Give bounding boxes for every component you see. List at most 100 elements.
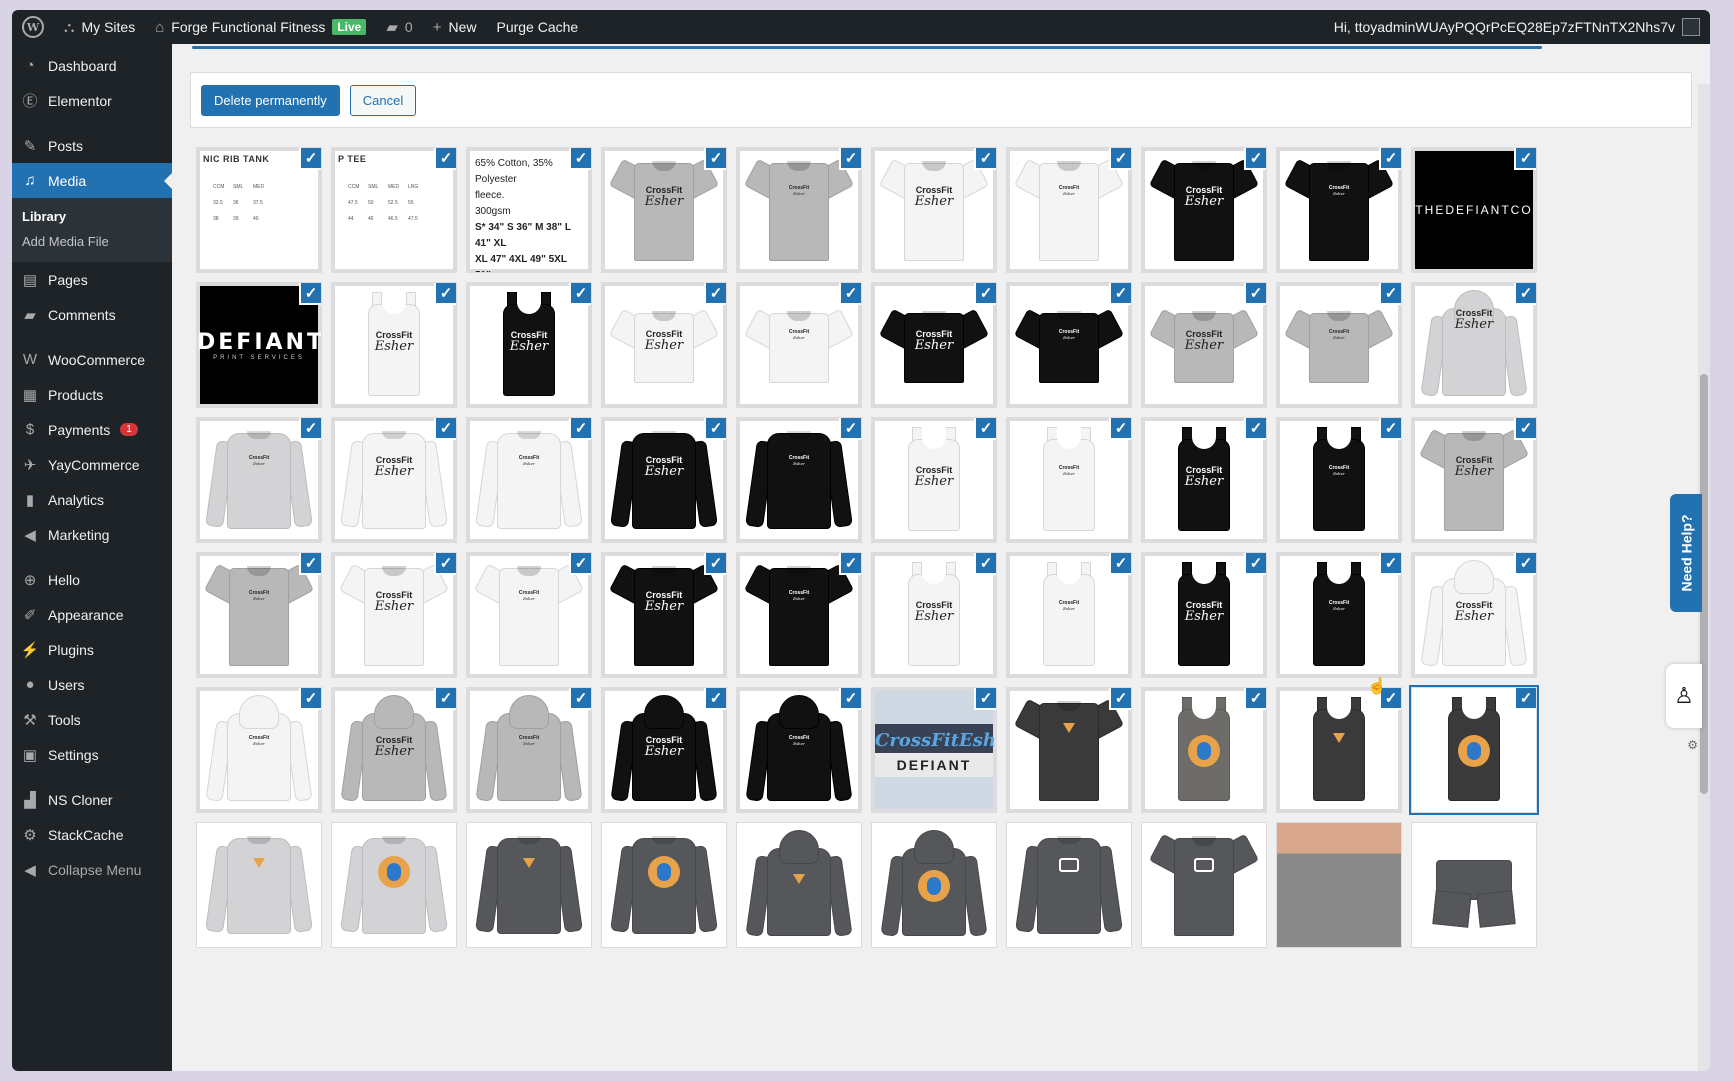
gear-icon[interactable]: ⚙: [1687, 738, 1698, 752]
cancel-button[interactable]: Cancel: [349, 84, 417, 116]
selected-check-icon[interactable]: ✓: [704, 148, 726, 170]
selected-check-icon[interactable]: ✓: [839, 283, 861, 305]
selected-check-icon[interactable]: ✓: [1109, 283, 1131, 305]
sidebar-item-hello[interactable]: ⊕ Hello: [12, 562, 172, 597]
media-item[interactable]: NIC RIB TANK CCM SML MED 32.5 36 37.5 38 39 40 ✓: [196, 147, 322, 273]
sidebar-item-tools[interactable]: ⚒ Tools: [12, 702, 172, 737]
sidebar-item-products[interactable]: ▦ Products: [12, 377, 172, 412]
submenu-library[interactable]: Library: [12, 204, 172, 229]
selected-check-icon[interactable]: ✓: [1244, 148, 1266, 170]
media-item[interactable]: [1006, 822, 1132, 948]
media-item[interactable]: ✓: [1411, 687, 1537, 813]
selected-check-icon[interactable]: ✓: [974, 553, 996, 575]
sidebar-item-ns-cloner[interactable]: ▟ NS Cloner: [12, 782, 172, 817]
sidebar-item-posts[interactable]: ✎ Posts: [12, 128, 172, 163]
new-content-menu[interactable]: + New: [423, 10, 487, 44]
media-item[interactable]: CrossFit Esher ✓: [871, 417, 997, 543]
sidebar-item-woocommerce[interactable]: W WooCommerce: [12, 342, 172, 377]
selected-check-icon[interactable]: ✓: [434, 688, 456, 710]
site-name-menu[interactable]: ⌂ Forge Functional Fitness Live: [145, 10, 376, 44]
media-item[interactable]: [466, 822, 592, 948]
selected-check-icon[interactable]: ✓: [1109, 148, 1131, 170]
media-item[interactable]: CrossFit Esher ✓: [1141, 282, 1267, 408]
media-item[interactable]: CrossFit Esher ✓: [1276, 282, 1402, 408]
media-item[interactable]: CrossFit Esher ✓: [331, 687, 457, 813]
selected-check-icon[interactable]: ✓: [1514, 418, 1536, 440]
media-item[interactable]: CrossFit Esher ✓: [331, 552, 457, 678]
media-item[interactable]: THEDEFIANTCO ✓: [1411, 147, 1537, 273]
selected-check-icon[interactable]: ✓: [1244, 283, 1266, 305]
purge-cache-button[interactable]: Purge Cache: [486, 10, 588, 44]
selected-check-icon[interactable]: ✓: [974, 688, 996, 710]
selected-check-icon[interactable]: ✓: [569, 148, 591, 170]
selected-check-icon[interactable]: ✓: [839, 553, 861, 575]
comments-menu[interactable]: ▰ 0: [376, 10, 422, 44]
sidebar-item-stackcache[interactable]: ⚙ StackCache: [12, 817, 172, 852]
selected-check-icon[interactable]: ✓: [434, 283, 456, 305]
sidebar-item-dashboard[interactable]: ◔ Dashboard: [12, 48, 172, 83]
selected-check-icon[interactable]: ✓: [704, 553, 726, 575]
selected-check-icon[interactable]: ✓: [704, 418, 726, 440]
selected-check-icon[interactable]: ✓: [974, 148, 996, 170]
media-item[interactable]: CrossFit Esher ✓: [1276, 552, 1402, 678]
media-item[interactable]: CrossFit Esher ✓: [736, 417, 862, 543]
media-item[interactable]: [601, 822, 727, 948]
selected-check-icon[interactable]: ✓: [1379, 148, 1401, 170]
media-item[interactable]: [1411, 822, 1537, 948]
media-item[interactable]: 65% Cotton, 35% Polyester fleece. 300gsm…: [466, 147, 592, 273]
selected-check-icon[interactable]: ✓: [1109, 688, 1131, 710]
media-item[interactable]: [1276, 822, 1402, 948]
media-item[interactable]: CrossFit Esher ✓: [466, 282, 592, 408]
selected-check-icon[interactable]: ✓: [299, 148, 321, 170]
selected-check-icon[interactable]: ✓: [1514, 283, 1536, 305]
selected-check-icon[interactable]: ✓: [974, 283, 996, 305]
selected-check-icon[interactable]: ✓: [434, 418, 456, 440]
media-item[interactable]: CrossFit Esher ✓: [601, 687, 727, 813]
media-item[interactable]: CrossFit Esher ✓: [466, 417, 592, 543]
selected-check-icon[interactable]: ✓: [839, 688, 861, 710]
media-item[interactable]: CrossFit Esher ✓: [1006, 417, 1132, 543]
media-item[interactable]: CrossFit Esher ✓: [871, 552, 997, 678]
media-item[interactable]: CrossFit Esher ✓: [1411, 552, 1537, 678]
media-item[interactable]: CrossFit Esher ✓: [196, 687, 322, 813]
media-item[interactable]: CrossFit Esher ✓: [1276, 147, 1402, 273]
media-item[interactable]: CrossFit Esher ✓: [1276, 417, 1402, 543]
media-item[interactable]: ✓: [1006, 687, 1132, 813]
media-item[interactable]: CrossFit Esher ✓: [1006, 552, 1132, 678]
media-item[interactable]: [196, 822, 322, 948]
media-item[interactable]: ✓: [1141, 687, 1267, 813]
selected-check-icon[interactable]: ✓: [1514, 148, 1536, 170]
sidebar-item-pages[interactable]: ▤ Pages: [12, 262, 172, 297]
sidebar-item-payments[interactable]: $ Payments 1: [12, 412, 172, 447]
media-item[interactable]: CrossFit Esher ✓: [871, 282, 997, 408]
selected-check-icon[interactable]: ✓: [1109, 418, 1131, 440]
selected-check-icon[interactable]: ✓: [839, 418, 861, 440]
media-item[interactable]: CrossFit Esher ✓: [736, 282, 862, 408]
sidebar-item-settings[interactable]: ▣ Settings: [12, 737, 172, 772]
selected-check-icon[interactable]: ✓: [1514, 553, 1536, 575]
selected-check-icon[interactable]: ✓: [1244, 418, 1266, 440]
selected-check-icon[interactable]: ✓: [1379, 418, 1401, 440]
media-item[interactable]: CrossFit Esher ✓: [601, 282, 727, 408]
selected-check-icon[interactable]: ✓: [569, 553, 591, 575]
media-item[interactable]: CrossFit Esher ✓: [1141, 417, 1267, 543]
selected-check-icon[interactable]: ✓: [299, 283, 321, 305]
my-sites-menu[interactable]: ⛬ My Sites: [54, 10, 145, 44]
selected-check-icon[interactable]: ✓: [434, 553, 456, 575]
media-item[interactable]: P TEE CCM SML MED LRG 47.5 50 52.5 55 44 46 46.5 47…: [331, 147, 457, 273]
submenu-add-media-file[interactable]: Add Media File: [12, 229, 172, 254]
sidebar-item-comments[interactable]: ▰ Comments: [12, 297, 172, 332]
account-menu[interactable]: Hi, ttoyadminWUAyPQQrPcEQ28Ep7zFTNnTX2Nh…: [1324, 10, 1710, 44]
selected-check-icon[interactable]: ✓: [1379, 283, 1401, 305]
selected-check-icon[interactable]: ✓: [434, 148, 456, 170]
media-item[interactable]: [1141, 822, 1267, 948]
accessibility-icon[interactable]: ♙: [1666, 664, 1702, 728]
media-item[interactable]: CrossFit Esher ✓: [331, 282, 457, 408]
media-item[interactable]: CrossFit Esher ✓: [1411, 417, 1537, 543]
media-item[interactable]: ✓: [1276, 687, 1402, 813]
media-item[interactable]: CrossFit Esher ✓: [736, 552, 862, 678]
sidebar-item-yaycommerce[interactable]: ✈ YayCommerce: [12, 447, 172, 482]
media-item[interactable]: CrossFit Esher ✓: [601, 417, 727, 543]
sidebar-item-elementor[interactable]: Ⓔ Elementor: [12, 83, 172, 118]
delete-permanently-button[interactable]: Delete permanently: [201, 84, 340, 116]
